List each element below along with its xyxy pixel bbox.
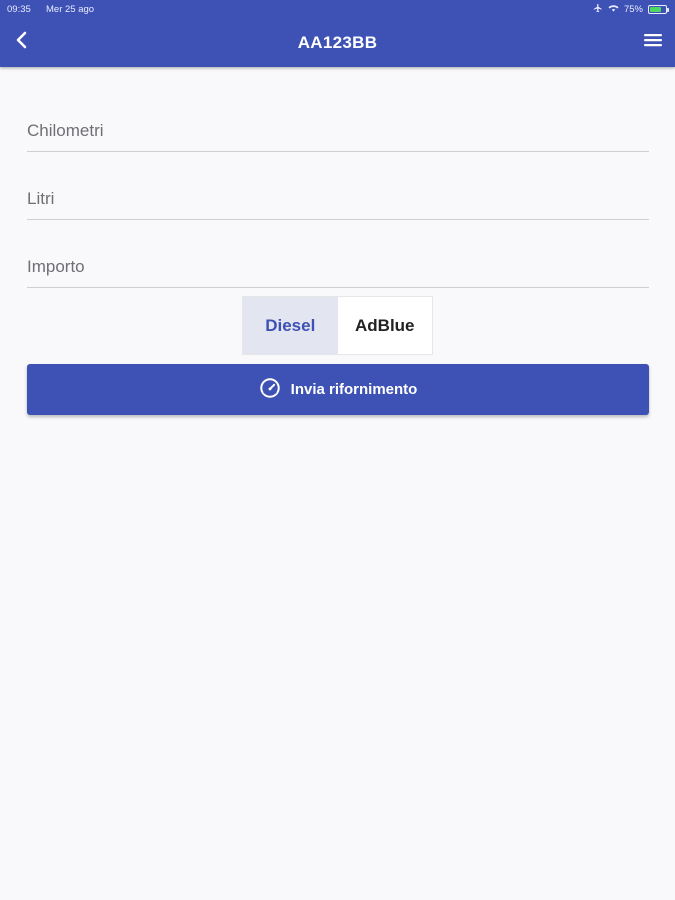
amount-field	[27, 236, 649, 288]
liters-input[interactable]	[27, 168, 649, 219]
hamburger-menu-icon	[644, 33, 662, 52]
amount-input[interactable]	[27, 236, 649, 287]
status-bar: 09:35 Mer 25 ago 75%	[0, 0, 675, 18]
speedometer-icon	[259, 377, 281, 403]
airplane-icon	[593, 3, 603, 16]
battery-icon	[648, 4, 669, 14]
status-time: 09:35	[7, 4, 31, 15]
menu-button[interactable]	[639, 28, 667, 56]
submit-refuel-button[interactable]: Invia rifornimento	[27, 364, 649, 415]
km-field	[27, 100, 649, 152]
wifi-icon	[608, 3, 619, 15]
fuel-option-adblue[interactable]: AdBlue	[337, 297, 432, 354]
page-title: AA123BB	[297, 33, 378, 52]
status-date: Mer 25 ago	[46, 4, 95, 15]
km-input[interactable]	[27, 100, 649, 151]
fuel-type-selector: Diesel AdBlue	[242, 296, 433, 355]
fuel-option-diesel[interactable]: Diesel	[243, 297, 338, 354]
navigation-row: AA123BB	[0, 18, 675, 67]
status-indicators: 75%	[593, 3, 669, 16]
battery-percent: 75%	[623, 3, 643, 15]
liters-field	[27, 168, 649, 220]
submit-refuel-label: Invia rifornimento	[290, 381, 418, 398]
app-header: 09:35 Mer 25 ago 75% AA123BB	[0, 0, 675, 67]
battery-level-fill	[650, 6, 662, 12]
